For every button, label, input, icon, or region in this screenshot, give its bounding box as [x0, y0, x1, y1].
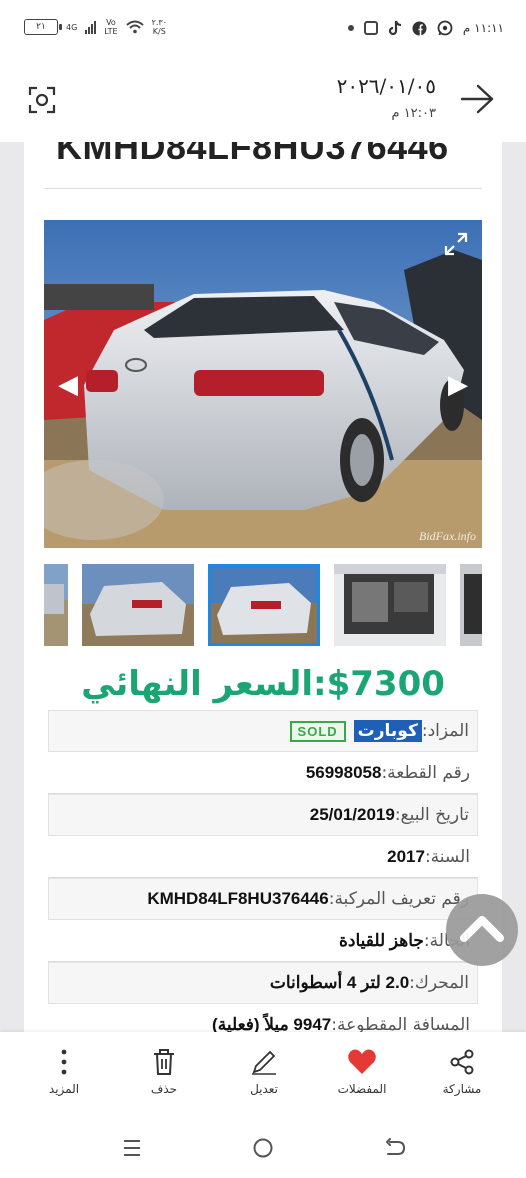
status-right: ١١:١١ م: [347, 20, 504, 36]
fullscreen-icon[interactable]: [444, 232, 468, 256]
system-navigation-bar: [0, 1112, 526, 1178]
signal-icon: [85, 20, 97, 34]
next-photo-arrow[interactable]: ▶: [448, 370, 468, 400]
whatsapp-icon: [437, 20, 453, 36]
listing-card: KMHD84LF8HU376446 ◀ ▶ BidFax.info السعر …: [24, 142, 502, 1032]
bottom-toolbar: مشاركة المفضلات تعديل حذف المزيد: [0, 1032, 526, 1112]
price-label: السعر النهائي:: [81, 663, 327, 704]
detail-row-auction: المزاد: كوبارت SOLD: [48, 710, 478, 752]
favorites-button[interactable]: المفضلات: [322, 1048, 402, 1096]
tiktok-icon: [388, 20, 401, 36]
previous-photo-arrow[interactable]: ◀: [58, 370, 78, 400]
back-arrow-icon[interactable]: [460, 84, 494, 114]
thumbnail-1[interactable]: [44, 564, 68, 646]
heart-icon: [348, 1049, 376, 1074]
thumbnail-3-active[interactable]: [208, 564, 320, 646]
detail-value: KMHD84LF8HU376446: [147, 889, 329, 908]
app-header: ٢٠٢٦/٠١/٠٥ ١٢:٠٣ م: [0, 58, 526, 142]
status-left: ٢١ 4G Vo LTE ٢.٣٠ K/S: [24, 18, 167, 36]
thumbnail-strip: [44, 564, 482, 646]
wifi-icon: [125, 20, 144, 34]
net-speed: ٢.٣٠ K/S: [151, 18, 168, 36]
detail-label: رقم القطعة:: [381, 762, 470, 783]
detail-row-year: السنة: 2017: [48, 836, 478, 878]
main-car-photo[interactable]: ◀ ▶ BidFax.info: [44, 220, 482, 548]
notification-dot-icon: [347, 25, 354, 31]
thumbnail-4[interactable]: [334, 564, 446, 646]
favorites-label: المفضلات: [337, 1082, 387, 1096]
share-label: مشاركة: [442, 1082, 482, 1096]
detail-value: 25/01/2019: [309, 805, 395, 824]
detail-row-engine: المحرك: 2.0 لتر 4 أسطوانات: [48, 962, 478, 1004]
status-bar: ٢١ 4G Vo LTE ٢.٣٠ K/S ١١:١١ م: [0, 0, 526, 58]
more-vertical-icon: [61, 1049, 67, 1075]
delete-label: حذف: [150, 1082, 178, 1096]
edit-label: تعديل: [250, 1082, 278, 1096]
scroll-to-top-button[interactable]: [446, 894, 518, 966]
status-time: ١١:١١ م: [462, 21, 504, 35]
pencil-icon: [252, 1050, 276, 1075]
details-table: المزاد: كوبارت SOLD رقم القطعة: 56998058…: [48, 710, 478, 1032]
detail-value: 2017: [387, 846, 425, 866]
battery-level: ٢١: [36, 22, 46, 32]
detail-label: السنة:: [424, 846, 470, 867]
share-button[interactable]: مشاركة: [422, 1048, 502, 1096]
final-price: السعر النهائي:$7300: [24, 662, 502, 708]
detail-value: جاهز للقيادة: [338, 930, 424, 950]
home-icon[interactable]: [252, 1137, 274, 1159]
car-photo-image: [44, 220, 482, 548]
network-type: 4G: [66, 22, 78, 32]
divider: [44, 188, 482, 189]
trash-icon: [154, 1049, 174, 1075]
sold-badge: SOLD: [289, 720, 346, 742]
detail-value: 56998058: [305, 762, 382, 782]
detail-row-vin: رقم تعريف المركبة: KMHD84LF8HU376446: [48, 878, 478, 920]
app-notification-icon: [363, 21, 378, 35]
photo-watermark: BidFax.info: [419, 529, 476, 543]
detail-value: 9947 ميلاً (فعلية): [212, 1014, 332, 1033]
back-icon[interactable]: [384, 1138, 406, 1158]
price-value: $7300: [326, 663, 445, 704]
delete-button[interactable]: حذف: [124, 1048, 204, 1096]
thumbnail-2[interactable]: [82, 564, 194, 646]
detail-row-condition: الحالة: جاهز للقيادة: [48, 920, 478, 962]
more-button[interactable]: المزيد: [24, 1048, 104, 1096]
header-time: ١٢:٠٣ م: [391, 106, 437, 121]
share-icon: [450, 1049, 474, 1075]
detail-label: المزاد:: [421, 721, 469, 741]
header-date: ٢٠٢٦/٠١/٠٥: [336, 74, 436, 98]
detail-row-lot-number: رقم القطعة: 56998058: [48, 752, 478, 794]
volte-indicator: Vo LTE: [104, 18, 118, 36]
scan-icon[interactable]: [28, 86, 56, 114]
detail-row-sale-date: تاريخ البيع: 25/01/2019: [48, 794, 478, 836]
listing-content[interactable]: KMHD84LF8HU376446 ◀ ▶ BidFax.info السعر …: [0, 142, 526, 1032]
detail-value: 2.0 لتر 4 أسطوانات: [269, 973, 410, 992]
facebook-icon: [412, 21, 427, 36]
auction-name[interactable]: كوبارت: [353, 720, 422, 742]
more-label: المزيد: [48, 1082, 80, 1096]
detail-label: المسافة المقطوعة:: [331, 1014, 470, 1033]
battery-icon: ٢١: [24, 19, 62, 35]
edit-button[interactable]: تعديل: [224, 1048, 304, 1096]
detail-label: المحرك:: [409, 973, 469, 993]
thumbnail-5[interactable]: [460, 564, 482, 646]
detail-row-mileage: المسافة المقطوعة: 9947 ميلاً (فعلية): [48, 1004, 478, 1033]
recent-apps-icon[interactable]: [122, 1138, 142, 1158]
detail-label: تاريخ البيع:: [394, 805, 469, 825]
chevron-up-icon: [460, 916, 504, 942]
vin-heading: KMHD84LF8HU376446: [56, 142, 449, 167]
